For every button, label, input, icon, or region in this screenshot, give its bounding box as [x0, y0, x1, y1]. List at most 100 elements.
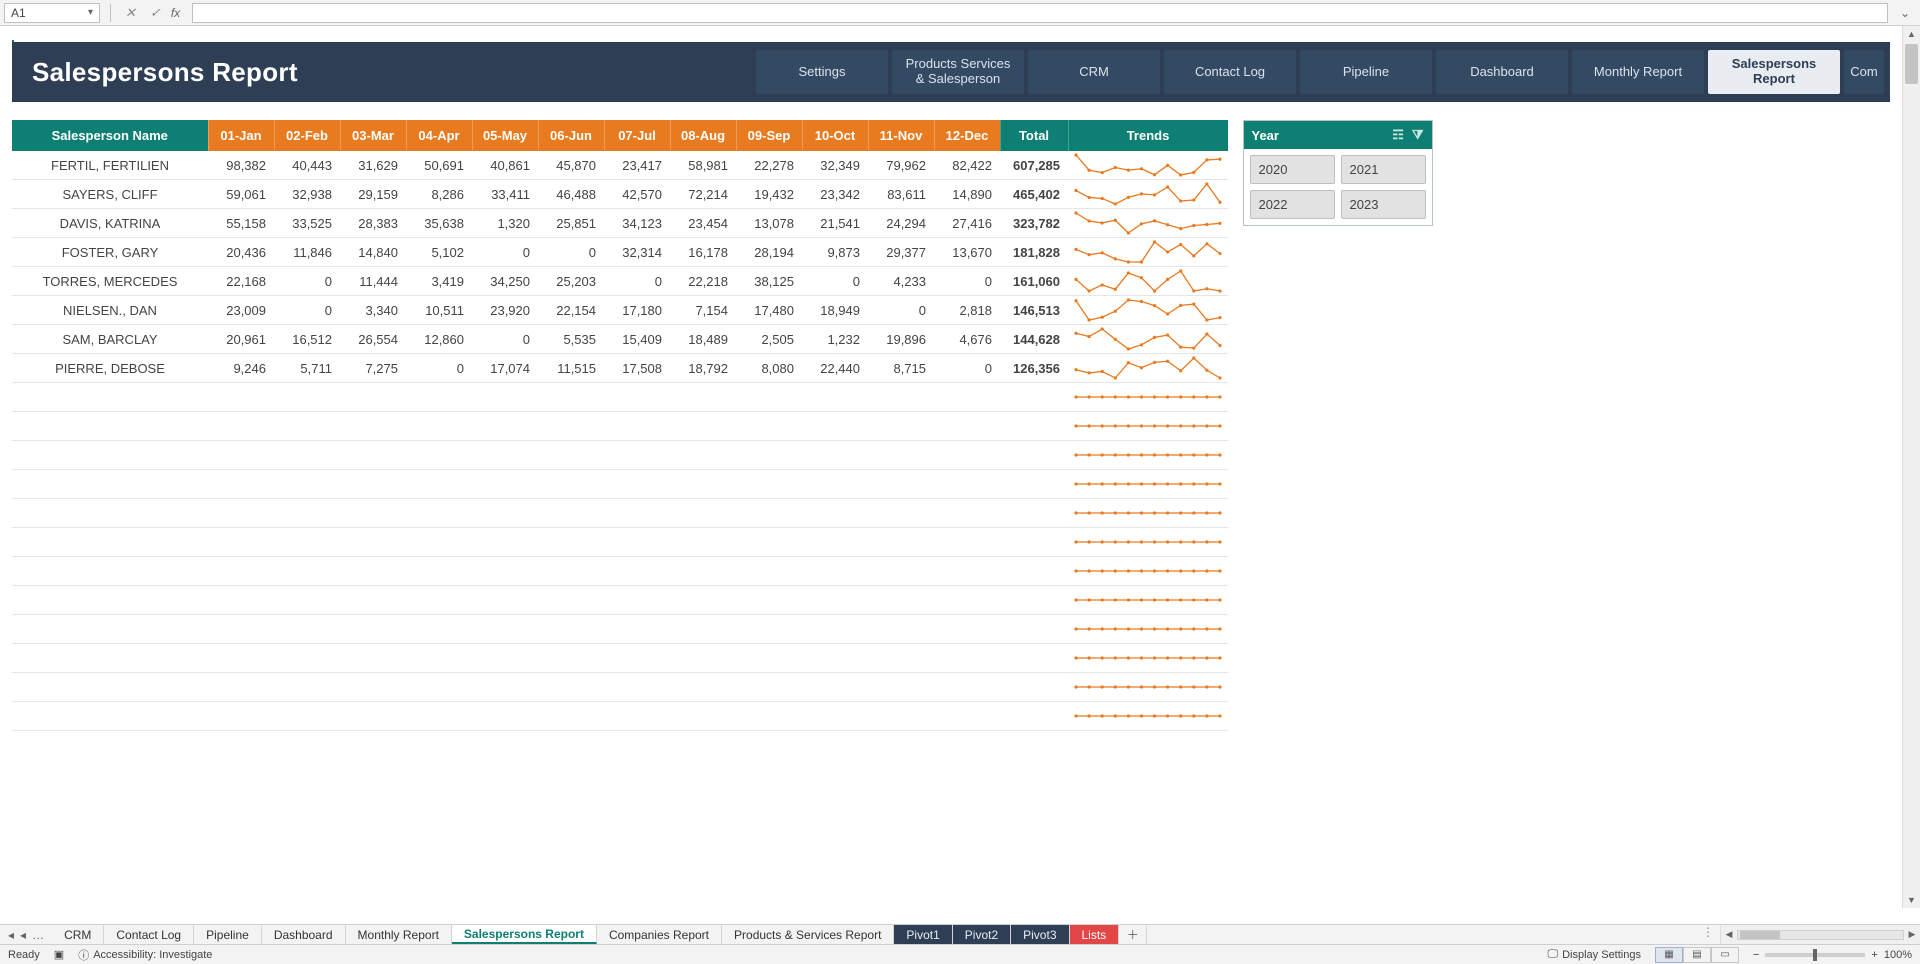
cell-empty[interactable]: [274, 557, 340, 586]
cell-value[interactable]: 23,417: [604, 151, 670, 180]
slicer-option-2021[interactable]: 2021: [1341, 155, 1426, 184]
cell-value[interactable]: 29,377: [868, 238, 934, 267]
cell-value[interactable]: 13,670: [934, 238, 1000, 267]
cell-empty[interactable]: [208, 557, 274, 586]
cell-empty[interactable]: [472, 441, 538, 470]
cell-empty[interactable]: [472, 586, 538, 615]
cell-empty[interactable]: [208, 499, 274, 528]
cell-value[interactable]: 98,382: [208, 151, 274, 180]
cell-empty[interactable]: [604, 499, 670, 528]
sheet-tab-salespersons-report[interactable]: Salespersons Report: [452, 925, 597, 944]
cell-empty[interactable]: [208, 383, 274, 412]
hscroll-track[interactable]: [1737, 930, 1904, 940]
cell-empty[interactable]: [472, 470, 538, 499]
cell-value[interactable]: 7,154: [670, 296, 736, 325]
cell-value[interactable]: 0: [934, 267, 1000, 296]
cell-empty[interactable]: [12, 499, 208, 528]
cell-empty[interactable]: [340, 702, 406, 731]
cell-total[interactable]: 465,402: [1000, 180, 1068, 209]
cell-empty[interactable]: [604, 702, 670, 731]
cell-value[interactable]: 22,154: [538, 296, 604, 325]
cell-empty[interactable]: [604, 615, 670, 644]
vertical-scrollbar[interactable]: ▲ ▼: [1902, 26, 1920, 908]
cell-empty[interactable]: [340, 586, 406, 615]
cell-value[interactable]: 0: [472, 325, 538, 354]
cell-value[interactable]: 17,074: [472, 354, 538, 383]
cell-empty[interactable]: [802, 499, 868, 528]
table-row-empty[interactable]: [12, 470, 1228, 499]
multi-select-icon[interactable]: ☶: [1392, 127, 1404, 143]
cell-empty[interactable]: [12, 557, 208, 586]
cell-empty[interactable]: [274, 644, 340, 673]
cell-empty[interactable]: [274, 441, 340, 470]
cell-empty[interactable]: [868, 586, 934, 615]
cell-value[interactable]: 0: [472, 238, 538, 267]
cell-value[interactable]: 42,570: [604, 180, 670, 209]
cell-value[interactable]: 17,480: [736, 296, 802, 325]
scroll-down-icon[interactable]: ▼: [1903, 892, 1920, 908]
cell-value[interactable]: 23,342: [802, 180, 868, 209]
cell-empty[interactable]: [1000, 557, 1068, 586]
cell-empty[interactable]: [274, 528, 340, 557]
cell-value[interactable]: 12,860: [406, 325, 472, 354]
confirm-formula-icon[interactable]: ✓: [146, 5, 165, 21]
cell-empty[interactable]: [406, 644, 472, 673]
cell-value[interactable]: 59,061: [208, 180, 274, 209]
expand-formula-bar-icon[interactable]: ⌄: [1894, 6, 1916, 20]
cell-value[interactable]: 55,158: [208, 209, 274, 238]
cell-empty[interactable]: [868, 673, 934, 702]
cell-value[interactable]: 0: [934, 354, 1000, 383]
cell-empty[interactable]: [604, 586, 670, 615]
cell-empty[interactable]: [736, 412, 802, 441]
cell-empty[interactable]: [934, 441, 1000, 470]
nav-salespersons-report[interactable]: Salespersons Report: [1708, 50, 1840, 94]
cell-empty[interactable]: [868, 470, 934, 499]
cell-name[interactable]: PIERRE, DEBOSE: [12, 354, 208, 383]
cell-empty[interactable]: [670, 615, 736, 644]
cell-empty[interactable]: [12, 702, 208, 731]
cell-value[interactable]: 16,178: [670, 238, 736, 267]
scroll-left-icon[interactable]: ◀: [1721, 929, 1737, 940]
cell-empty[interactable]: [868, 644, 934, 673]
cell-empty[interactable]: [934, 470, 1000, 499]
cell-empty[interactable]: [274, 412, 340, 441]
cell-value[interactable]: 32,938: [274, 180, 340, 209]
cell-empty[interactable]: [604, 673, 670, 702]
cell-empty[interactable]: [406, 441, 472, 470]
cell-value[interactable]: 33,525: [274, 209, 340, 238]
cell-value[interactable]: 24,294: [868, 209, 934, 238]
cell-empty[interactable]: [12, 412, 208, 441]
cell-empty[interactable]: [472, 557, 538, 586]
cell-empty[interactable]: [538, 673, 604, 702]
cell-value[interactable]: 9,246: [208, 354, 274, 383]
table-row[interactable]: FOSTER, GARY20,43611,84614,8405,1020032,…: [12, 238, 1228, 267]
cell-empty[interactable]: [274, 470, 340, 499]
cell-value[interactable]: 40,443: [274, 151, 340, 180]
cell-empty[interactable]: [604, 412, 670, 441]
cell-empty[interactable]: [802, 470, 868, 499]
cell-empty[interactable]: [802, 528, 868, 557]
cell-value[interactable]: 5,711: [274, 354, 340, 383]
cell-empty[interactable]: [340, 412, 406, 441]
cell-value[interactable]: 32,314: [604, 238, 670, 267]
cell-empty[interactable]: [802, 702, 868, 731]
cell-value[interactable]: 14,840: [340, 238, 406, 267]
cell-empty[interactable]: [670, 383, 736, 412]
sheet-tab-crm[interactable]: CRM: [52, 925, 104, 944]
page-layout-view-button[interactable]: ▤: [1683, 947, 1711, 963]
nav-pipeline[interactable]: Pipeline: [1300, 50, 1432, 94]
cell-value[interactable]: 19,432: [736, 180, 802, 209]
cell-empty[interactable]: [12, 470, 208, 499]
nav-settings[interactable]: Settings: [756, 50, 888, 94]
cell-name[interactable]: FERTIL, FERTILIEN: [12, 151, 208, 180]
cell-empty[interactable]: [802, 441, 868, 470]
cell-value[interactable]: 23,009: [208, 296, 274, 325]
cell-value[interactable]: 79,962: [868, 151, 934, 180]
cell-empty[interactable]: [538, 644, 604, 673]
cell-value[interactable]: 26,554: [340, 325, 406, 354]
table-row-empty[interactable]: [12, 528, 1228, 557]
cell-empty[interactable]: [208, 528, 274, 557]
cell-empty[interactable]: [406, 615, 472, 644]
sheet-tab-companies-report[interactable]: Companies Report: [597, 925, 722, 944]
cell-empty[interactable]: [472, 673, 538, 702]
